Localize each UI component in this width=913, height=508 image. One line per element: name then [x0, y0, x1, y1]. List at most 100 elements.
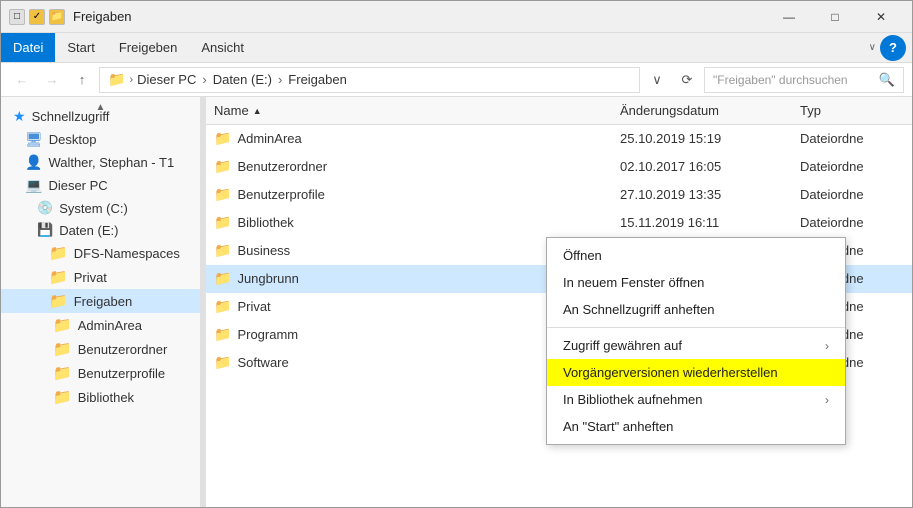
folder-bibliothek-icon: 📁 — [53, 388, 72, 406]
sidebar-item-bibliothek[interactable]: 📁 Bibliothek — [1, 385, 200, 409]
sidebar-label-bibliothek: Bibliothek — [78, 390, 134, 405]
tb-icon-1: □ — [9, 9, 25, 25]
col-header-name[interactable]: Name ▲ — [206, 101, 612, 120]
ctx-item-offnen[interactable]: Öffnen — [547, 242, 845, 269]
menu-item-datei[interactable]: Datei — [1, 33, 55, 62]
col-header-type[interactable]: Typ — [792, 101, 912, 120]
sidebar-item-system-c[interactable]: 💿 System (C:) — [1, 197, 200, 219]
up-button[interactable]: ↑ — [69, 67, 95, 93]
path-sep-1: › — [202, 72, 206, 87]
path-sep-2: › — [278, 72, 282, 87]
file-list-header: Name ▲ Änderungsdatum Typ — [206, 97, 912, 125]
sidebar-label-daten-e: Daten (E:) — [59, 223, 118, 238]
explorer-window: □ ✓ 📁 Freigaben — □ ✕ Datei Start Freige… — [0, 0, 913, 508]
folder-benutzerordner-icon: 📁 — [53, 340, 72, 358]
sidebar-item-benutzerordner[interactable]: 📁 Benutzerordner — [1, 337, 200, 361]
sidebar-item-benutzerprofile[interactable]: 📁 Benutzerprofile — [1, 361, 200, 385]
title-bar-icons: □ ✓ 📁 — [9, 9, 65, 25]
ctx-arrow-bibliothek: › — [825, 393, 829, 407]
context-menu: Öffnen In neuem Fenster öffnen An Schnel… — [546, 237, 846, 445]
sidebar-item-desktop[interactable]: 🖥 Desktop — [1, 128, 200, 151]
folder-icon: 📁 — [214, 242, 231, 259]
col-header-date[interactable]: Änderungsdatum — [612, 101, 792, 120]
desktop-icon: 🖥 — [25, 131, 43, 148]
ctx-item-schnellzugriff[interactable]: An Schnellzugriff anheften — [547, 296, 845, 323]
menu-item-start[interactable]: Start — [55, 33, 106, 62]
folder-privat-icon: 📁 — [49, 268, 68, 286]
ctx-separator-1 — [547, 327, 845, 328]
title-bar: □ ✓ 📁 Freigaben — □ ✕ — [1, 1, 912, 33]
path-dieser-pc[interactable]: Dieser PC — [137, 72, 196, 87]
sidebar-label-privat: Privat — [74, 270, 107, 285]
back-button[interactable]: ← — [9, 67, 35, 93]
folder-icon: 📁 — [214, 214, 231, 231]
folder-icon: 📁 — [214, 270, 231, 287]
folder-icon: 📁 — [214, 326, 231, 343]
folder-icon: 📁 — [214, 158, 231, 175]
main-area: ▲ ★ Schnellzugriff 🖥 Desktop 👤 Walther, … — [1, 97, 912, 507]
table-row[interactable]: 📁 Bibliothek 15.11.2019 16:11 Dateiordne — [206, 209, 912, 237]
path-daten[interactable]: Daten (E:) — [213, 72, 272, 87]
sidebar-label-adminarea: AdminArea — [78, 318, 142, 333]
folder-icon: 📁 — [214, 186, 231, 203]
address-bar: ← → ↑ 📁 › Dieser PC › Daten (E:) › Freig… — [1, 63, 912, 97]
sort-arrow: ▲ — [253, 106, 262, 116]
folder-adminarea-icon: 📁 — [53, 316, 72, 334]
sidebar-scroll-up[interactable]: ▲ — [1, 97, 200, 117]
ctx-item-bibliothek[interactable]: In Bibliothek aufnehmen › — [547, 386, 845, 413]
sidebar-item-dfs[interactable]: 📁 DFS-Namespaces — [1, 241, 200, 265]
sidebar-item-daten-e[interactable]: 💾 Daten (E:) — [1, 219, 200, 241]
folder-icon: 📁 — [214, 130, 231, 147]
menu-item-ansicht[interactable]: Ansicht — [189, 33, 256, 62]
ctx-item-start-anheften[interactable]: An "Start" anheften — [547, 413, 845, 440]
pc-icon: 💻 — [25, 177, 42, 194]
sidebar-item-freigaben[interactable]: 📁 Freigaben — [1, 289, 200, 313]
help-button[interactable]: ? — [880, 35, 906, 61]
sidebar-label-system-c: System (C:) — [59, 201, 128, 216]
maximize-button[interactable]: □ — [812, 1, 858, 33]
sidebar-item-adminarea[interactable]: 📁 AdminArea — [1, 313, 200, 337]
drive-c-icon: 💿 — [37, 200, 53, 216]
folder-dfs-icon: 📁 — [49, 244, 68, 262]
address-path[interactable]: 📁 › Dieser PC › Daten (E:) › Freigaben — [99, 67, 640, 93]
sidebar-label-dfs: DFS-Namespaces — [74, 246, 180, 261]
ctx-item-vorgaenger[interactable]: Vorgängerversionen wiederherstellen — [547, 359, 845, 386]
path-folder-icon: 📁 — [108, 71, 125, 88]
tb-icon-2: ✓ — [29, 9, 45, 25]
search-placeholder: "Freigaben" durchsuchen — [713, 73, 875, 87]
table-row[interactable]: 📁 Benutzerprofile 27.10.2019 13:35 Datei… — [206, 181, 912, 209]
menu-item-freigeben[interactable]: Freigeben — [107, 33, 190, 62]
path-arrow-1: › — [129, 74, 133, 86]
search-icon[interactable]: 🔍 — [879, 72, 895, 88]
sidebar-item-walther[interactable]: 👤 Walther, Stephan - T1 — [1, 151, 200, 174]
menu-chevron[interactable]: ∨ — [869, 42, 876, 53]
sidebar-label-desktop: Desktop — [49, 132, 97, 147]
table-row[interactable]: 📁 Benutzerordner 02.10.2017 16:05 Dateio… — [206, 153, 912, 181]
sidebar-label-freigaben: Freigaben — [74, 294, 133, 309]
folder-icon: 📁 — [214, 298, 231, 315]
sidebar-item-privat[interactable]: 📁 Privat — [1, 265, 200, 289]
sidebar-label-benutzerprofile: Benutzerprofile — [78, 366, 165, 381]
close-button[interactable]: ✕ — [858, 1, 904, 33]
ctx-item-zugriff[interactable]: Zugriff gewähren auf › — [547, 332, 845, 359]
tb-icon-3: 📁 — [49, 9, 65, 25]
path-freigaben[interactable]: Freigaben — [288, 72, 347, 87]
title-bar-controls: — □ ✕ — [766, 1, 904, 33]
window-title: Freigaben — [73, 9, 766, 24]
sidebar-item-dieser-pc[interactable]: 💻 Dieser PC — [1, 174, 200, 197]
search-box[interactable]: "Freigaben" durchsuchen 🔍 — [704, 67, 904, 93]
drive-e-icon: 💾 — [37, 222, 53, 238]
minimize-button[interactable]: — — [766, 1, 812, 33]
refresh-button[interactable]: ⟳ — [674, 67, 700, 93]
address-chevron[interactable]: ∨ — [644, 67, 670, 93]
forward-button[interactable]: → — [39, 67, 65, 93]
ctx-arrow-zugriff: › — [825, 339, 829, 353]
sidebar-label-benutzerordner: Benutzerordner — [78, 342, 168, 357]
menu-bar: Datei Start Freigeben Ansicht ∨ ? — [1, 33, 912, 63]
sidebar-label-walther: Walther, Stephan - T1 — [48, 155, 174, 170]
folder-freigaben-icon: 📁 — [49, 292, 68, 310]
folder-benutzerprofile-icon: 📁 — [53, 364, 72, 382]
ctx-item-neues-fenster[interactable]: In neuem Fenster öffnen — [547, 269, 845, 296]
table-row[interactable]: 📁 AdminArea 25.10.2019 15:19 Dateiordne — [206, 125, 912, 153]
sidebar-label-dieser-pc: Dieser PC — [48, 178, 107, 193]
